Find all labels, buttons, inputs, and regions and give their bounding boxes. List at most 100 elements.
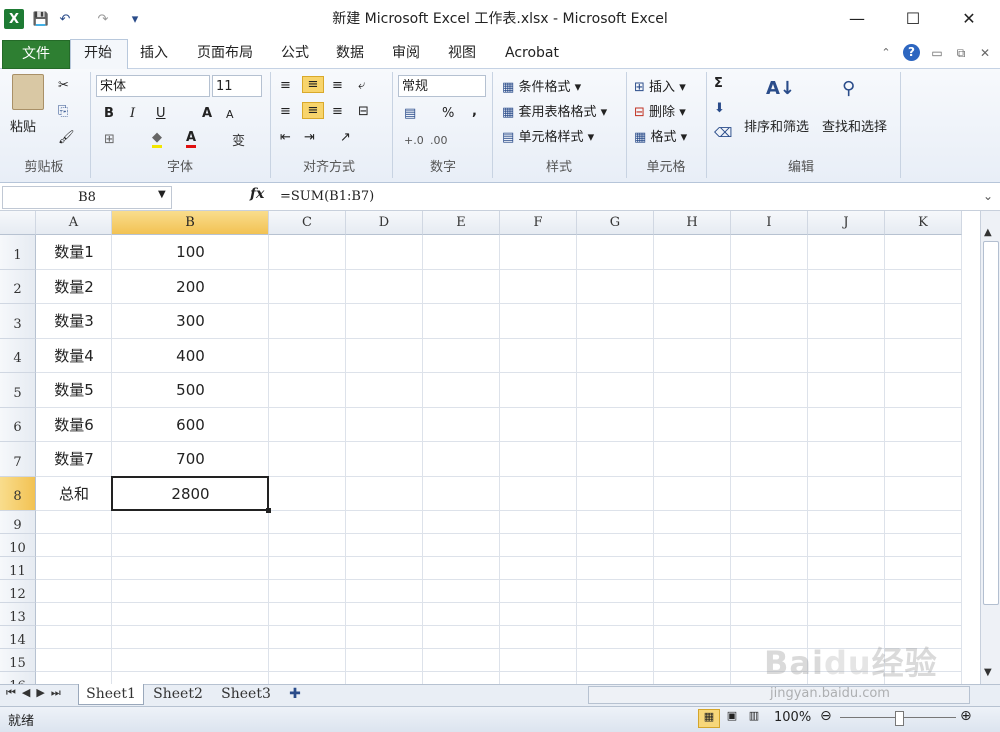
grid-cell[interactable] [885, 534, 962, 557]
insert-function-button[interactable]: fx [250, 186, 264, 202]
grid-cell[interactable] [500, 649, 577, 672]
tab-view[interactable]: 视图 [438, 38, 486, 68]
grid-cell[interactable] [36, 580, 112, 603]
orientation-icon[interactable]: ↗ [340, 130, 351, 145]
grid-cell[interactable] [36, 534, 112, 557]
grid-cell[interactable] [346, 235, 423, 270]
grid-cell[interactable] [808, 235, 885, 270]
grid-cell[interactable] [346, 603, 423, 626]
tab-formulas[interactable]: 公式 [272, 38, 318, 68]
row-header-4[interactable]: 4 [0, 339, 36, 373]
tab-data[interactable]: 数据 [326, 38, 374, 68]
grid-cell[interactable] [269, 534, 346, 557]
grid-cell[interactable] [423, 672, 500, 684]
vertical-scroll-thumb[interactable] [983, 241, 999, 605]
grid-cell[interactable] [577, 442, 654, 477]
comma-button[interactable]: , [472, 104, 477, 119]
grid-cell[interactable] [577, 672, 654, 684]
row-header-3[interactable]: 3 [0, 304, 36, 339]
grid-cell[interactable] [112, 580, 269, 603]
cell-label[interactable]: 数量6 [36, 408, 112, 442]
grid-cell[interactable] [500, 408, 577, 442]
phonetic-icon[interactable]: 变 [232, 130, 245, 149]
sort-filter-button[interactable]: 排序和筛选 [744, 116, 809, 135]
tab-review[interactable]: 审阅 [382, 38, 430, 68]
grid-cell[interactable] [112, 534, 269, 557]
sheet-tab-sheet1[interactable]: Sheet1 [78, 684, 144, 705]
grid-cell[interactable] [500, 557, 577, 580]
clear-icon[interactable]: ⌫ [714, 126, 732, 141]
grid-cell[interactable] [577, 557, 654, 580]
paste-icon[interactable] [12, 74, 44, 110]
grid-cell[interactable] [577, 373, 654, 408]
grid-cell[interactable] [346, 580, 423, 603]
cell-label[interactable]: 数量4 [36, 339, 112, 373]
grid-cell[interactable] [269, 557, 346, 580]
cut-icon[interactable]: ✂ [58, 78, 69, 93]
grid-cell[interactable] [500, 339, 577, 373]
insert-sheet-icon[interactable]: ✚ [284, 684, 306, 704]
grid-cell[interactable] [808, 442, 885, 477]
column-header-e[interactable]: E [423, 211, 500, 235]
grid-cell[interactable] [500, 534, 577, 557]
sheet-tab-sheet2[interactable]: Sheet2 [146, 684, 210, 704]
percent-button[interactable]: % [442, 106, 454, 121]
align-bottom-icon[interactable]: ≡ [332, 78, 343, 93]
font-size-select[interactable]: 11 [212, 75, 262, 97]
zoom-level[interactable]: 100% [774, 710, 811, 725]
fill-icon[interactable]: ⬇ [714, 101, 725, 116]
name-box[interactable]: B8 [2, 186, 172, 209]
row-header-13[interactable]: 13 [0, 603, 36, 626]
grid-cell[interactable] [423, 580, 500, 603]
close-button[interactable]: ✕ [946, 0, 992, 38]
grid-cell[interactable] [577, 235, 654, 270]
grid-cell[interactable] [808, 603, 885, 626]
format-painter-icon[interactable]: 🖌 [58, 130, 75, 145]
row-header-14[interactable]: 14 [0, 626, 36, 649]
grid-cell[interactable] [423, 534, 500, 557]
grid-cell[interactable] [112, 603, 269, 626]
grid-cell[interactable] [269, 373, 346, 408]
scroll-up-icon[interactable]: ▲ [984, 227, 992, 238]
italic-button[interactable]: I [130, 106, 135, 121]
grid-cell[interactable] [654, 534, 731, 557]
name-box-dropdown-icon[interactable]: ▼ [158, 189, 166, 200]
grid-cell[interactable] [346, 511, 423, 534]
grid-cell[interactable] [423, 270, 500, 304]
grid-cell[interactable] [500, 442, 577, 477]
grid-cell[interactable] [269, 270, 346, 304]
grid-cell[interactable] [36, 603, 112, 626]
grid-cell[interactable] [346, 534, 423, 557]
cell-label[interactable]: 数量3 [36, 304, 112, 339]
grid-cell[interactable] [654, 373, 731, 408]
border-icon[interactable]: ⊞ [104, 132, 115, 147]
grid-cell[interactable] [577, 626, 654, 649]
bold-button[interactable]: B [104, 106, 114, 121]
row-header-2[interactable]: 2 [0, 270, 36, 304]
grid-cell[interactable] [36, 672, 112, 684]
grid-cell[interactable] [269, 603, 346, 626]
grid-cell[interactable] [500, 603, 577, 626]
row-header-9[interactable]: 9 [0, 511, 36, 534]
tab-page-layout[interactable]: 页面布局 [188, 38, 262, 68]
grid-cell[interactable] [808, 339, 885, 373]
grid-cell[interactable] [731, 339, 808, 373]
grid-cell[interactable] [731, 603, 808, 626]
shrink-font-button[interactable]: A [226, 108, 234, 121]
cell-value[interactable]: 700 [112, 442, 269, 477]
grid-cell[interactable] [423, 603, 500, 626]
cell-label[interactable]: 数量2 [36, 270, 112, 304]
grid-cell[interactable] [269, 626, 346, 649]
grid-cell[interactable] [885, 408, 962, 442]
grid-cell[interactable] [731, 477, 808, 511]
grid-cell[interactable] [269, 511, 346, 534]
format-as-table-button[interactable]: ▦ 套用表格格式 ▾ [502, 101, 607, 120]
grid-cell[interactable] [808, 580, 885, 603]
grid-cell[interactable] [500, 672, 577, 684]
grid-cell[interactable] [654, 339, 731, 373]
column-header-f[interactable]: F [500, 211, 577, 235]
grid-cell[interactable] [808, 373, 885, 408]
grid-cell[interactable] [577, 511, 654, 534]
tab-file[interactable]: 文件 [2, 40, 70, 69]
grid-cell[interactable] [808, 534, 885, 557]
